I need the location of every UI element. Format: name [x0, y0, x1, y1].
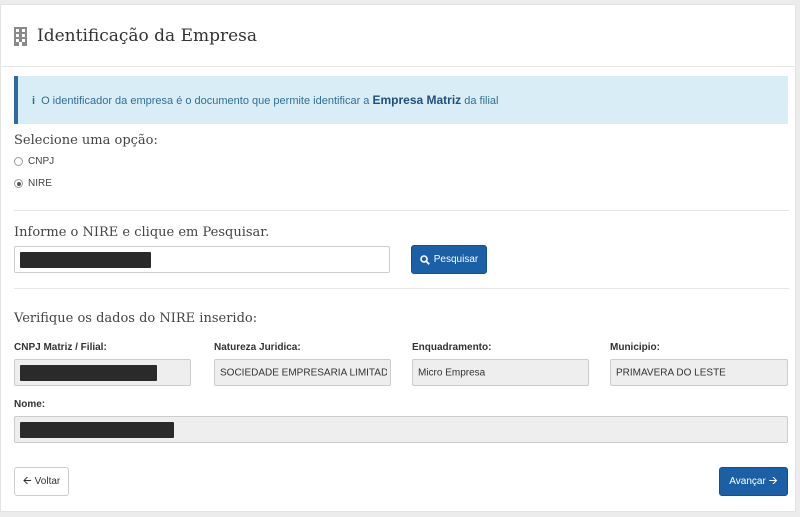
municipio-value: PRIMAVERA DO LESTE [616, 367, 726, 378]
info-icon: i [32, 95, 36, 107]
building-icon [14, 27, 27, 46]
enquadramento-field-label: Enquadramento: [412, 342, 492, 353]
next-button-label: Avançar [729, 476, 766, 487]
arrow-left-icon: 🡨 [22, 475, 32, 487]
info-alert: i O identificador da empresa é o document… [14, 76, 788, 124]
divider [14, 288, 789, 289]
info-emphasis: Empresa Matriz [372, 93, 462, 107]
municipio-field[interactable]: PRIMAVERA DO LESTE [610, 359, 788, 386]
company-identification-panel: Identificação da Empresa i O identificado… [0, 4, 796, 512]
nire-input[interactable] [14, 246, 390, 273]
search-button[interactable]: Pesquisar [411, 245, 487, 274]
natureza-field-label: Natureza Juridica: [214, 342, 301, 353]
enquadramento-value: Micro Empresa [418, 367, 486, 378]
next-button[interactable]: Avançar 🡪 [719, 467, 788, 496]
enquadramento-field[interactable]: Micro Empresa [412, 359, 589, 386]
search-button-label: Pesquisar [433, 254, 479, 265]
info-text-before: O identificador da empresa é o documento… [41, 95, 373, 107]
radio-unchecked-icon [14, 157, 23, 166]
panel-header: Identificação da Empresa [1, 5, 795, 67]
redacted-value [20, 422, 174, 438]
page-title: Identificação da Empresa [37, 26, 258, 46]
natureza-value: SOCIEDADE EMPRESARIA LIMITADA [220, 367, 387, 378]
cnpj-field[interactable] [14, 359, 191, 386]
back-button-label: Voltar [34, 476, 61, 487]
back-button[interactable]: 🡨 Voltar [14, 467, 69, 496]
redacted-value [20, 365, 157, 381]
details-label: Verifique os dados do NIRE inserido: [14, 311, 258, 326]
radio-checked-icon [14, 179, 23, 188]
info-alert-text: i O identificador da empresa é o document… [32, 93, 498, 107]
divider [14, 210, 789, 211]
natureza-field[interactable]: SOCIEDADE EMPRESARIA LIMITADA [214, 359, 391, 386]
arrow-right-icon: 🡪 [768, 475, 778, 487]
cnpj-field-label: CNPJ Matriz / Filial: [14, 342, 107, 353]
municipio-field-label: Municipio: [610, 342, 660, 353]
search-label: Informe o NIRE e clique em Pesquisar. [14, 225, 270, 240]
search-icon [419, 254, 430, 265]
radio-cnpj-label: CNPJ [28, 156, 55, 167]
options-label: Selecione uma opção: [14, 133, 158, 148]
radio-nire-label: NIRE [28, 178, 52, 189]
nome-field-label: Nome: [14, 399, 46, 410]
info-text-after: da filial [461, 95, 499, 107]
redacted-value [20, 252, 151, 268]
radio-nire[interactable]: NIRE [14, 178, 52, 189]
radio-cnpj[interactable]: CNPJ [14, 156, 54, 167]
nome-field[interactable] [14, 416, 788, 443]
